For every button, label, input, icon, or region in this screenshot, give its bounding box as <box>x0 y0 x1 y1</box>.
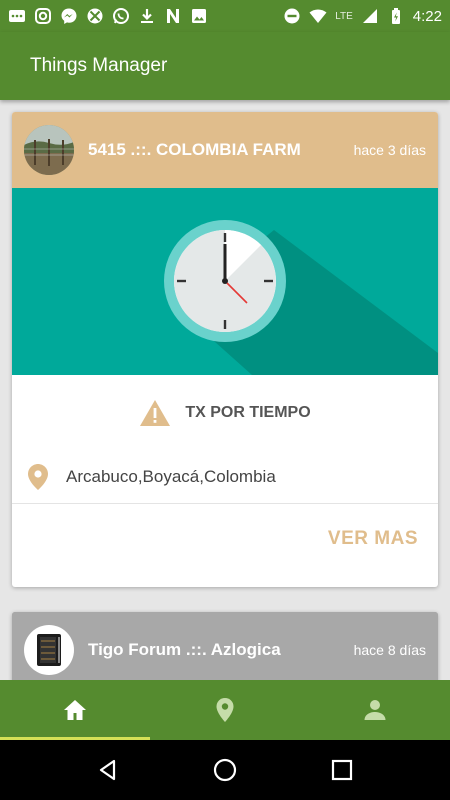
app-bar: Things Manager <box>0 32 450 100</box>
xbox-icon <box>86 7 104 25</box>
thing-time: hace 3 días <box>353 142 426 158</box>
card-header[interactable]: 5415 .::. COLOMBIA FARM hace 3 días <box>12 112 438 188</box>
thing-list[interactable]: 5415 .::. COLOMBIA FARM hace 3 días TX P… <box>0 100 450 680</box>
thing-card[interactable]: Tigo Forum .::. Azlogica hace 8 días <box>12 612 438 680</box>
instagram-icon <box>34 7 52 25</box>
network-type: LTE <box>335 10 353 22</box>
nav-map[interactable] <box>150 680 300 740</box>
alert-row: TX POR TIEMPO <box>12 375 438 450</box>
bottom-navigation <box>0 680 450 740</box>
signal-icon <box>361 7 379 25</box>
news-icon <box>164 7 182 25</box>
clock-time: 4:22 <box>412 7 442 25</box>
thing-title: Tigo Forum .::. Azlogica <box>88 640 281 659</box>
warning-icon <box>139 399 171 427</box>
wifi-icon <box>309 7 327 25</box>
card-actions: VER MAS <box>12 504 438 574</box>
system-navigation <box>0 740 450 800</box>
ver-mas-button[interactable]: VER MAS <box>328 528 418 550</box>
event-banner <box>12 188 438 375</box>
home-circle-icon[interactable] <box>212 757 238 783</box>
recents-icon[interactable] <box>329 757 355 783</box>
message-icon <box>8 7 26 25</box>
app-title: Things Manager <box>30 55 168 76</box>
location-pin-icon <box>28 463 48 490</box>
clock-icon <box>164 220 438 375</box>
home-icon <box>64 700 86 720</box>
status-bar: LTE 4:22 <box>0 0 450 32</box>
location-pin-icon <box>216 698 234 722</box>
whatsapp-icon <box>112 7 130 25</box>
download-icon <box>138 7 156 25</box>
messenger-icon <box>60 7 78 25</box>
image-icon <box>190 7 208 25</box>
location-text: Arcabuco,Boyacá,Colombia <box>66 466 276 486</box>
alert-text: TX POR TIEMPO <box>185 403 311 421</box>
thing-title: 5415 .::. COLOMBIA FARM <box>88 140 301 159</box>
do-not-disturb-icon <box>283 7 301 25</box>
avatar <box>24 125 74 175</box>
battery-icon <box>387 7 405 25</box>
avatar <box>24 625 74 675</box>
card-header[interactable]: Tigo Forum .::. Azlogica hace 8 días <box>12 612 438 680</box>
back-icon[interactable] <box>95 757 121 783</box>
person-icon <box>364 700 386 720</box>
notification-icons <box>8 7 208 25</box>
nav-profile[interactable] <box>300 680 450 740</box>
location-row: Arcabuco,Boyacá,Colombia <box>12 450 438 504</box>
nav-home[interactable] <box>0 680 150 740</box>
system-status: LTE 4:22 <box>283 7 442 25</box>
thing-card[interactable]: 5415 .::. COLOMBIA FARM hace 3 días TX P… <box>12 112 438 587</box>
thing-time: hace 8 días <box>353 642 426 658</box>
